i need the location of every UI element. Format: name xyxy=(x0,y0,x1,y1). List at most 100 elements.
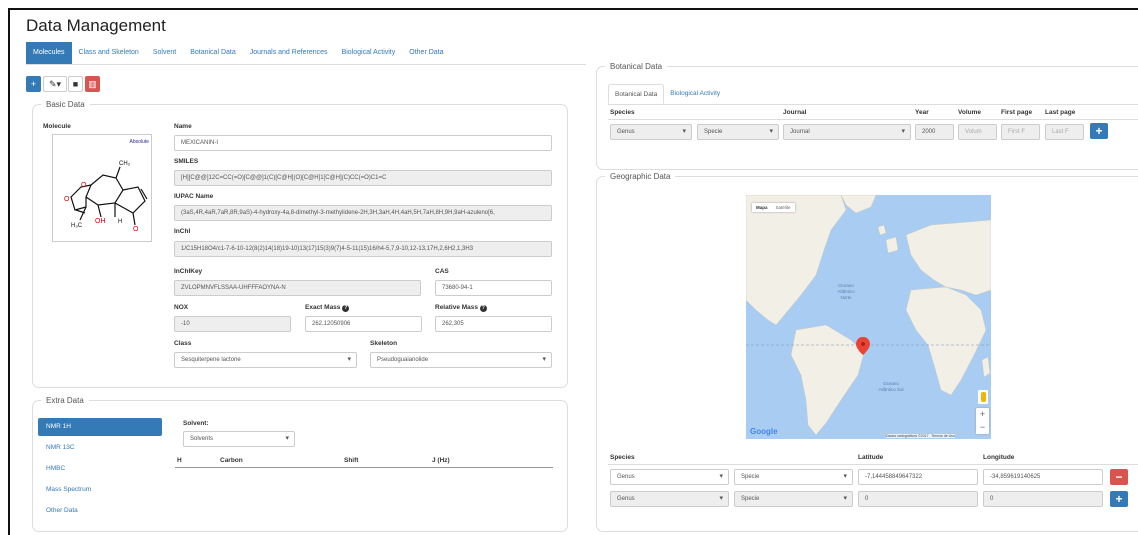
first-page-header: First page xyxy=(1001,109,1033,116)
longitude-input[interactable]: 0 xyxy=(983,491,1103,507)
main-tabs: Molecules Class and Skeleton Solvent Bot… xyxy=(26,42,451,64)
terms-link[interactable]: Termos de Uso xyxy=(931,434,955,438)
solvent-label: Solvent: xyxy=(183,420,209,427)
column-header-carbon: Carbon xyxy=(220,457,243,464)
map-view[interactable]: Oceano Atlântico Norte Oceano Atlântico … xyxy=(746,195,991,439)
add-botanical-button[interactable]: + xyxy=(1090,123,1108,139)
info-icon[interactable]: ? xyxy=(342,305,350,312)
ocean-label: Atlântico Sul xyxy=(878,387,903,392)
extra-item-nmr-1h[interactable]: NMR 1H xyxy=(38,418,162,436)
geo-genus-select[interactable]: Genus xyxy=(610,491,729,507)
first-page-input[interactable]: First F xyxy=(1001,124,1040,140)
molecule-structure-image[interactable]: Absolute O O OH O CH₃ H₃C H xyxy=(52,134,152,242)
molecule-structure: O O OH O CH₃ H₃C H xyxy=(64,161,148,233)
tab-botanical-data-sub[interactable]: Botanical Data xyxy=(608,84,665,104)
page-title: Data Management xyxy=(26,16,166,35)
skeleton-label: Skeleton xyxy=(370,340,398,347)
relative-mass-input[interactable]: 262,305 xyxy=(435,316,552,332)
inchi-field[interactable]: 1/C15H18O4/c1-7-6-10-12(8(2)14(18)19-10)… xyxy=(174,241,552,257)
nox-field[interactable]: -10 xyxy=(174,316,291,332)
map-attribution: Dados cartográficos ©2017 Termos de Uso xyxy=(886,434,955,438)
zoom-in-button[interactable]: + xyxy=(976,408,989,421)
table-header-divider xyxy=(175,467,553,468)
tab-biological-activity[interactable]: Biological Activity xyxy=(335,42,403,64)
map-type-control: Mapa Satélite xyxy=(752,203,795,212)
tab-biological-activity-sub[interactable]: Biological Activity xyxy=(664,84,726,104)
extra-item-mass-spectrum[interactable]: Mass Spectrum xyxy=(38,481,162,499)
molecule-label: Molecule xyxy=(43,123,71,130)
tab-molecules[interactable]: Molecules xyxy=(26,42,72,64)
tab-botanical-data[interactable]: Botanical Data xyxy=(183,42,243,64)
geo-header-divider xyxy=(608,464,1138,465)
methyl-label: CH₃ xyxy=(119,161,131,167)
plus-icon: + xyxy=(1115,492,1123,506)
name-input[interactable]: MEXICANIN-I xyxy=(174,135,552,151)
year-input[interactable]: 2000 xyxy=(915,124,954,140)
skeleton-select[interactable]: Pseudoguaianolide xyxy=(370,352,552,368)
journal-select[interactable]: Journal xyxy=(783,124,911,140)
zoom-out-button[interactable]: − xyxy=(976,421,989,434)
geographic-data-legend: Geographic Data xyxy=(610,172,671,181)
volume-input[interactable]: Volum xyxy=(958,124,997,140)
inchikey-field[interactable]: ZVLOPMNVFLSSAA-UHFFFAOYNA-N xyxy=(174,280,421,296)
minus-icon: − xyxy=(1115,470,1123,484)
ocean-label: Oceano xyxy=(838,283,854,288)
remove-location-button[interactable]: − xyxy=(1110,469,1128,485)
smiles-label: SMILES xyxy=(174,158,199,165)
class-select[interactable]: Sesquiterpene lactone xyxy=(174,352,357,368)
tab-solvent[interactable]: Solvent xyxy=(146,42,183,64)
latitude-input[interactable]: -7,144458849647322 xyxy=(858,469,978,485)
delete-button[interactable]: ▥ xyxy=(85,76,100,92)
extra-item-nmr-13c[interactable]: NMR 13C xyxy=(38,439,162,457)
longitude-input[interactable]: -34,859619140625 xyxy=(983,469,1103,485)
geo-specie-select[interactable]: Specie xyxy=(734,469,853,485)
ocean-label: Norte xyxy=(840,295,852,300)
botanical-tabs: Botanical Data Biological Activity xyxy=(608,84,726,104)
info-icon[interactable]: ? xyxy=(479,305,487,312)
wrench-icon: ✎▾ xyxy=(48,79,62,89)
map-type-map[interactable]: Mapa xyxy=(752,203,772,212)
save-button[interactable]: ■ xyxy=(68,76,83,92)
hydrogen-label: H xyxy=(118,219,122,225)
botanical-data-legend: Botanical Data xyxy=(610,62,663,71)
name-label: Name xyxy=(174,123,192,130)
solvent-select[interactable]: Solvents xyxy=(183,431,295,447)
world-map: Oceano Atlântico Norte Oceano Atlântico … xyxy=(746,195,991,436)
botanical-header-divider xyxy=(608,119,1138,120)
basic-data-legend: Basic Data xyxy=(46,100,85,109)
oxygen-atom-label: O xyxy=(81,182,87,189)
last-page-input[interactable]: Last F xyxy=(1045,124,1084,140)
add-location-button[interactable]: + xyxy=(1110,491,1128,507)
plus-icon: + xyxy=(30,79,37,89)
street-view-pegman[interactable] xyxy=(978,390,988,404)
geo-specie-select[interactable]: Specie xyxy=(734,491,853,507)
smiles-field[interactable]: [H][C@@]12C=CC(=O)[C@@]1(C)[C@H](O)[C@H]… xyxy=(174,170,552,186)
tab-class-and-skeleton[interactable]: Class and Skeleton xyxy=(72,42,146,64)
column-header-h: H xyxy=(177,457,182,464)
extra-item-hmbc[interactable]: HMBC xyxy=(38,460,162,478)
map-type-satellite[interactable]: Satélite xyxy=(772,203,795,212)
year-header: Year xyxy=(915,109,929,116)
tab-divider xyxy=(26,64,586,65)
latitude-input[interactable]: 0 xyxy=(858,491,978,507)
add-button[interactable]: + xyxy=(26,76,41,92)
specie-select[interactable]: Specie xyxy=(697,124,779,140)
tools-dropdown-button[interactable]: ✎▾ xyxy=(43,76,67,92)
extra-item-other-data[interactable]: Other Data xyxy=(38,502,162,520)
botanical-data-panel: Botanical Data xyxy=(596,62,1138,170)
volume-header: Volume xyxy=(958,109,981,116)
ocean-label: Oceano xyxy=(883,381,899,386)
tab-other-data[interactable]: Other Data xyxy=(402,42,450,64)
geo-genus-select[interactable]: Genus xyxy=(610,469,729,485)
tab-journals-and-references[interactable]: Journals and References xyxy=(243,42,335,64)
cas-input[interactable]: 73680-94-1 xyxy=(435,280,552,296)
cas-label: CAS xyxy=(435,268,449,275)
extra-data-legend: Extra Data xyxy=(46,396,84,405)
genus-select[interactable]: Genus xyxy=(610,124,692,140)
class-label: Class xyxy=(174,340,192,347)
exact-mass-input[interactable]: 262,12050906 xyxy=(305,316,422,332)
iupac-name-field[interactable]: (3aS,4R,4aR,7aR,8R,9aS)-4-hydroxy-4a,8-d… xyxy=(174,205,552,221)
nox-label: NOX xyxy=(174,304,189,311)
attribution-text: Dados cartográficos ©2017 xyxy=(886,434,929,438)
inchi-label: InChI xyxy=(174,228,191,235)
